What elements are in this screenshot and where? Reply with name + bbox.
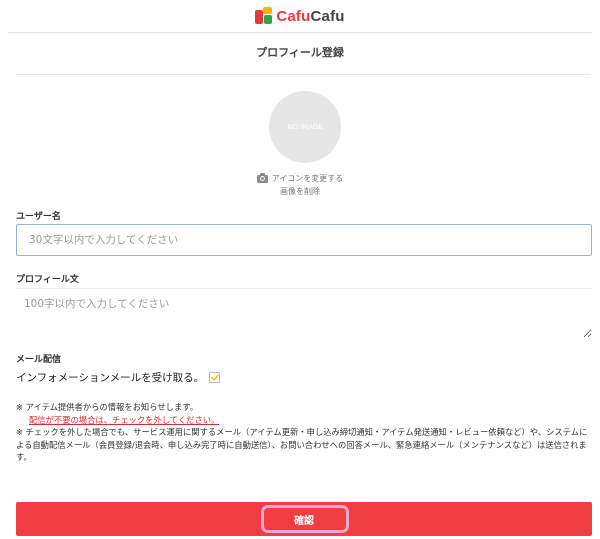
confirm-button[interactable]: 確認 xyxy=(16,502,592,536)
page-title: プロフィール登録 xyxy=(256,46,344,59)
change-icon-link[interactable]: アイコンを変更する xyxy=(200,172,400,184)
username-input[interactable] xyxy=(16,224,592,256)
site-header: CafuCafu xyxy=(8,0,592,33)
profile-textarea[interactable] xyxy=(16,288,592,338)
confirm-button-label: 確認 xyxy=(294,515,314,527)
notes-line-2: ※ チェックを外した場合でも、サービス運用に関するメール（アイテム更新・申し込み… xyxy=(16,427,588,463)
logo-mark-icon xyxy=(255,7,273,25)
logo-text: CafuCafu xyxy=(276,7,345,25)
camera-icon xyxy=(256,172,268,183)
mail-setting-label: メール配信 xyxy=(16,355,62,365)
mail-opt-in-row: インフォメーションメールを受け取る。 xyxy=(16,370,221,385)
avatar-placeholder-text: NO IMAGE xyxy=(287,123,323,131)
delete-image-link[interactable]: 画像を削除 xyxy=(200,186,400,197)
change-icon-label: アイコンを変更する xyxy=(271,174,344,183)
mail-opt-in-checkbox[interactable] xyxy=(209,372,221,383)
mail-opt-in-label: インフォメーションメールを受け取る。 xyxy=(16,372,205,384)
avatar-image: NO IMAGE xyxy=(269,91,341,163)
mail-notes: ※ アイテム提供者からの情報をお知らせします。 配信が不要の場合は、チェックを外… xyxy=(16,401,592,464)
username-label: ユーザー名 xyxy=(16,212,61,222)
cafucafu-logo[interactable]: CafuCafu xyxy=(255,7,344,25)
profile-label: プロフィール文 xyxy=(16,275,79,285)
notes-line-1: ※ アイテム提供者からの情報をお知らせします。 xyxy=(16,402,198,412)
unsubscribe-note-link[interactable]: 配信が不要の場合は、チェックを外してください。 xyxy=(16,415,219,425)
title-divider xyxy=(16,74,591,75)
